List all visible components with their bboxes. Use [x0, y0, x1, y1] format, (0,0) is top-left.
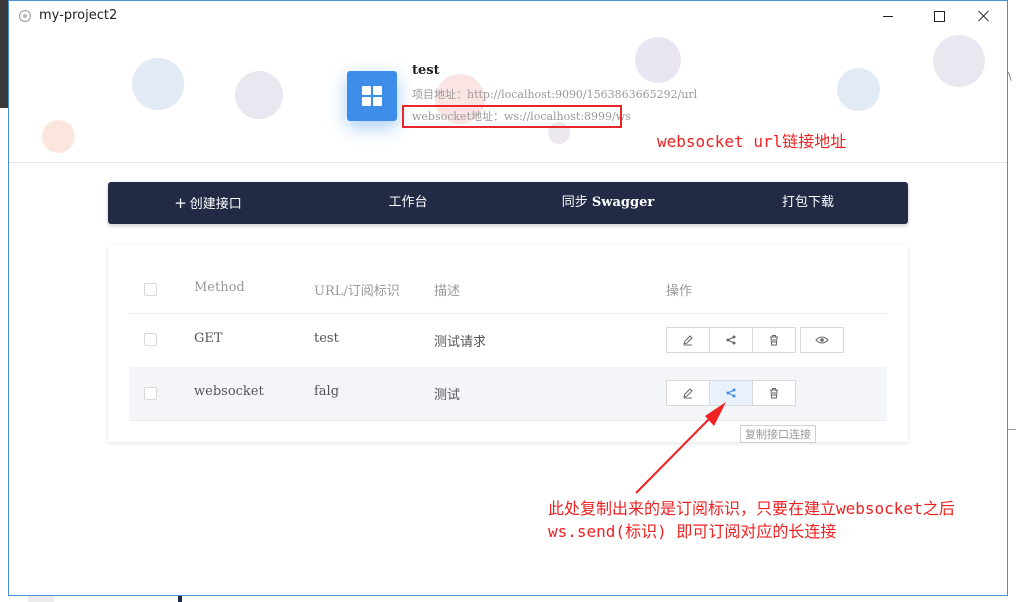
background-window-glyph: \	[1008, 70, 1012, 83]
taskbar-item	[178, 596, 182, 602]
background-window-line	[1008, 429, 1016, 430]
taskbar-item	[28, 596, 54, 602]
copy-note-line2: ws.send(标识) 即可订阅对应的长连接	[548, 522, 837, 541]
copy-note-line1: 此处复制出来的是订阅标识，只要在建立websocket之后	[548, 499, 955, 518]
copy-note-annotation: 此处复制出来的是订阅标识，只要在建立websocket之后 ws.send(标识…	[548, 497, 955, 543]
taskbar-strip	[0, 596, 1016, 602]
